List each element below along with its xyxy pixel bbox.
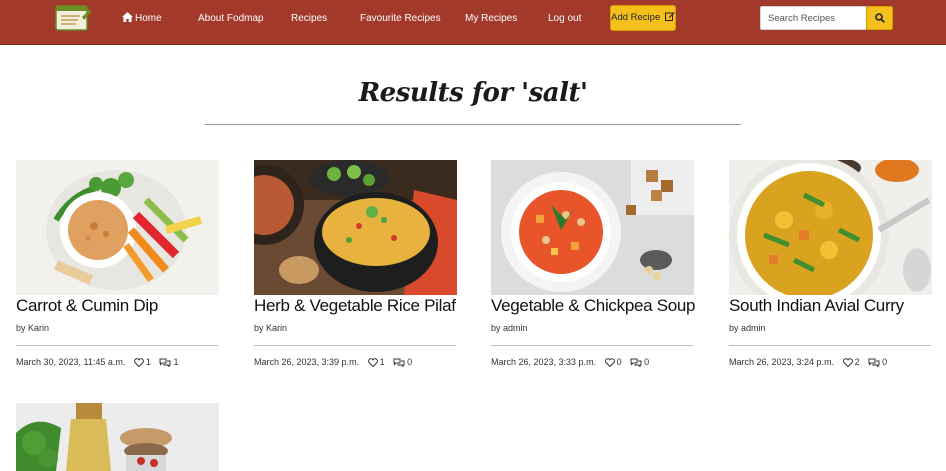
recipe-title[interactable]: Vegetable & Chickpea Soup <box>491 296 701 316</box>
recipe-author: by admin <box>491 323 528 333</box>
nav-home-label: Home <box>135 13 162 24</box>
comments: 1 <box>159 357 179 368</box>
heart-icon <box>134 358 144 368</box>
recipe-date: March 30, 2023, 11:45 a.m. <box>16 357 126 367</box>
recipe-author: by admin <box>729 323 766 333</box>
card-divider <box>491 345 693 346</box>
heart-icon <box>842 358 853 368</box>
card-divider <box>729 345 931 346</box>
home-icon <box>122 12 133 22</box>
comments-count: 0 <box>407 357 413 367</box>
add-recipe-button[interactable]: Add Recipe <box>610 5 676 31</box>
recipe-card <box>16 403 219 471</box>
nav-recipes[interactable]: Recipes <box>291 12 327 26</box>
navbar: Home About Fodmap Recipes Favourite Reci… <box>0 0 946 45</box>
likes-count: 1 <box>379 357 385 367</box>
comments: 0 <box>393 357 413 368</box>
recipe-image[interactable] <box>729 160 932 295</box>
page-title: Results for 'salt' <box>358 78 588 108</box>
comments: 0 <box>868 357 888 368</box>
search-button[interactable] <box>866 6 893 30</box>
nav-logout[interactable]: Log out <box>548 12 581 26</box>
search-input[interactable] <box>760 6 867 30</box>
comments-count: 1 <box>173 357 179 367</box>
heart-icon <box>604 358 615 368</box>
edit-icon <box>664 12 675 21</box>
recipe-date: March 26, 2023, 3:33 p.m. <box>491 357 597 367</box>
recipe-image[interactable] <box>16 160 219 295</box>
recipe-image[interactable] <box>491 160 694 295</box>
card-divider <box>16 345 218 346</box>
title-divider <box>205 124 741 125</box>
card-divider <box>254 345 456 346</box>
recipe-meta: March 26, 2023, 3:33 p.m. 0 0 <box>491 357 650 368</box>
likes-count: 1 <box>145 357 151 367</box>
comments-count: 0 <box>882 357 888 367</box>
comments-count: 0 <box>644 357 650 367</box>
likes-count: 2 <box>854 357 860 367</box>
search-icon <box>875 13 885 23</box>
heart-icon <box>367 358 378 368</box>
recipe-meta: March 30, 2023, 11:45 a.m. 1 1 <box>16 357 179 368</box>
comment-icon <box>630 358 642 368</box>
likes: 1 <box>367 357 385 368</box>
nav-home[interactable]: Home <box>122 12 162 26</box>
recipe-date: March 26, 2023, 3:24 p.m. <box>729 357 835 367</box>
likes: 2 <box>842 357 860 368</box>
recipe-image[interactable] <box>16 403 219 471</box>
recipe-author: by Karin <box>16 323 50 333</box>
nav-favourite-recipes[interactable]: Favourite Recipes <box>360 12 441 26</box>
recipe-title[interactable]: South Indian Avial Curry <box>729 296 939 316</box>
recipe-date: March 26, 2023, 3:39 p.m. <box>254 357 360 367</box>
recipe-meta: March 26, 2023, 3:39 p.m. 1 0 <box>254 357 413 368</box>
likes: 0 <box>604 357 622 368</box>
recipe-title[interactable]: Herb & Vegetable Rice Pilaf <box>254 296 464 316</box>
recipe-meta: March 26, 2023, 3:24 p.m. 2 0 <box>729 357 888 368</box>
add-recipe-label: Add Recipe <box>611 12 661 23</box>
comment-icon <box>159 358 171 368</box>
nav-about[interactable]: About Fodmap <box>198 12 264 26</box>
comment-icon <box>393 358 405 368</box>
site-logo[interactable] <box>54 3 92 33</box>
likes-count: 0 <box>616 357 622 367</box>
recipe-image[interactable] <box>254 160 457 295</box>
likes: 1 <box>134 357 151 368</box>
comment-icon <box>868 358 880 368</box>
comments: 0 <box>630 357 650 368</box>
recipe-title[interactable]: Carrot & Cumin Dip <box>16 296 226 316</box>
recipe-author: by Karin <box>254 323 288 333</box>
nav-my-recipes[interactable]: My Recipes <box>465 12 517 26</box>
